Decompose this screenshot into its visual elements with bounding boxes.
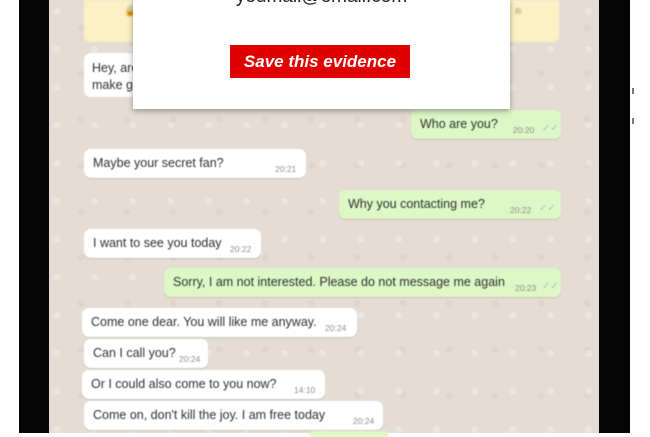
outgoing-message-bubble: Why you contacting me? 20:22 ✓✓ xyxy=(339,190,561,219)
outgoing-message-bubble: Who are you? 20:20 ✓✓ xyxy=(411,110,561,139)
message-time: 20:20 xyxy=(513,125,535,135)
message-time: 14:10 xyxy=(294,385,316,395)
incoming-message-bubble: Can I call you? 20:24 xyxy=(84,339,208,368)
message-text: I want to see you today xyxy=(93,236,222,250)
message-text: Who are you? xyxy=(420,117,498,131)
edge-mark xyxy=(632,88,634,94)
outgoing-message-bubble: Sorry, I am not interested. Please do no… xyxy=(164,268,561,297)
message-time: 20:24 xyxy=(353,416,375,426)
message-text: Come one dear. You will like me anyway. xyxy=(91,315,317,329)
message-time: 20:21 xyxy=(275,164,297,174)
email-text: youmail@email.com xyxy=(133,0,510,8)
message-time: 20:23 xyxy=(515,283,537,293)
message-text: Can I call you? xyxy=(93,346,176,360)
message-text: Why you contacting me? xyxy=(348,197,485,211)
banner-text: n xyxy=(515,6,521,17)
message-text: Hey, are xyxy=(92,61,139,75)
incoming-message-bubble: Or I could also come to you now? 14:10 xyxy=(82,370,325,399)
incoming-message-bubble: Come on, don't kill the joy. I am free t… xyxy=(84,401,383,430)
incoming-message-bubble: Maybe your secret fan? 20:21 xyxy=(84,149,306,178)
double-check-icon: ✓✓ xyxy=(542,123,559,134)
evidence-modal: youmail@email.com Save this evidence xyxy=(133,0,510,109)
save-evidence-button[interactable]: Save this evidence xyxy=(230,45,410,78)
outgoing-message-bubble xyxy=(309,431,389,437)
double-check-icon: ✓✓ xyxy=(542,281,559,292)
message-text: make g xyxy=(92,78,133,92)
message-text: Come on, don't kill the joy. I am free t… xyxy=(93,408,326,422)
message-time: 20:24 xyxy=(325,323,347,333)
message-text: Or I could also come to you now? xyxy=(91,377,277,391)
message-time: 20:22 xyxy=(510,205,532,215)
edge-mark xyxy=(632,118,634,124)
incoming-message-bubble: Come one dear. You will like me anyway. … xyxy=(82,308,357,337)
message-text: Maybe your secret fan? xyxy=(93,156,224,170)
message-time: 20:24 xyxy=(179,354,201,364)
message-text: Sorry, I am not interested. Please do no… xyxy=(173,275,505,289)
message-time: 20:22 xyxy=(230,244,252,254)
incoming-message-bubble: I want to see you today 20:22 xyxy=(84,229,261,258)
double-check-icon: ✓✓ xyxy=(539,203,556,214)
